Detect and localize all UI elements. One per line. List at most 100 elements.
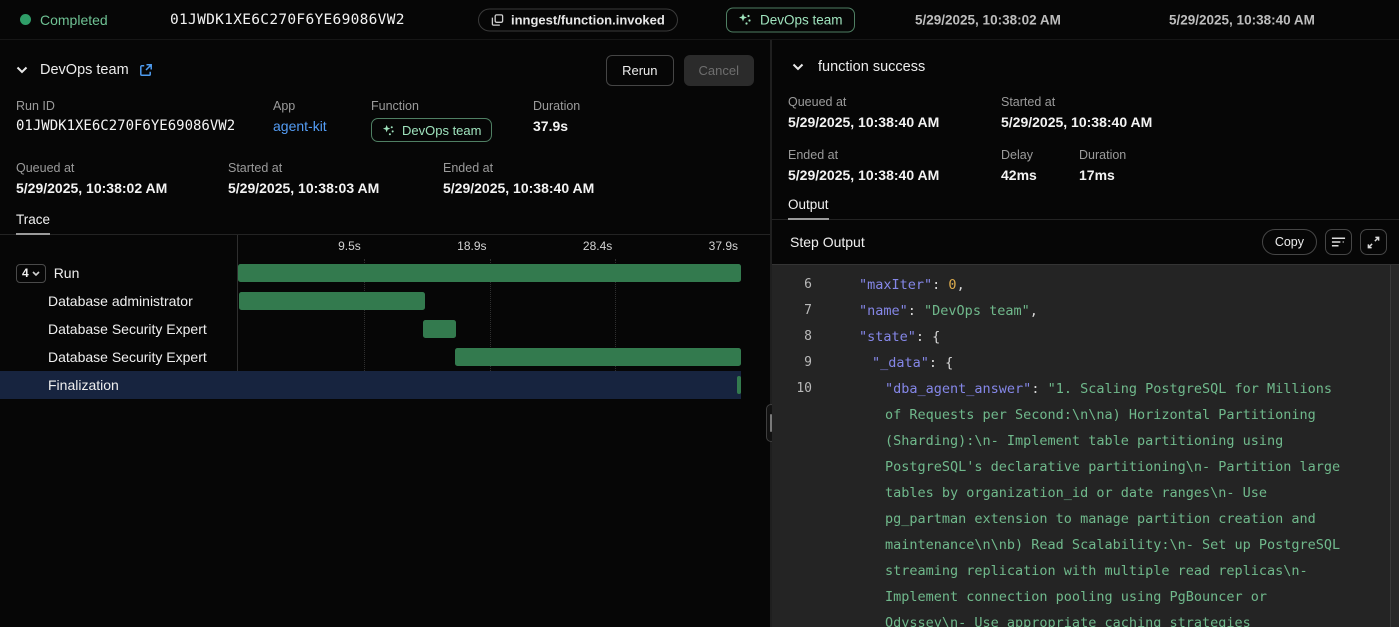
line-number: 8 <box>772 324 812 350</box>
status-label: Completed <box>40 12 108 28</box>
code-token: "_data" <box>872 355 929 371</box>
sparkle-icon <box>382 124 395 137</box>
sparkle-icon <box>738 13 752 27</box>
app-link[interactable]: agent-kit <box>273 118 327 134</box>
run-id-value: 01JWDK1XE6C270F6YE69086VW2 <box>16 118 273 134</box>
started-at-value: 5/29/2025, 10:38:03 AM <box>228 180 443 196</box>
code-token: "1. Scaling PostgreSQL for Millions of R… <box>885 381 1348 627</box>
code-token: : <box>1031 381 1047 397</box>
line-number: 7 <box>772 298 812 324</box>
axis-tick: 18.9s <box>457 239 489 253</box>
code-text: "maxIter": 0, <box>846 272 1013 298</box>
trace-row-chart <box>237 371 741 399</box>
code-line: 10"dba_agent_answer": "1. Scaling Postgr… <box>772 376 1399 627</box>
trace-bar[interactable] <box>455 348 741 366</box>
trace-time-axis: 9.5s18.9s28.4s37.9s <box>0 235 741 259</box>
trace-row[interactable]: Database Security Expert <box>0 343 741 371</box>
step-delay-label: Delay <box>1001 148 1079 162</box>
rerun-button[interactable]: Rerun <box>606 55 673 86</box>
trace-row-chart <box>237 287 741 315</box>
code-scrollbar[interactable] <box>1390 265 1399 627</box>
axis-tick: 28.4s <box>583 239 615 253</box>
code-token: "state" <box>859 329 916 345</box>
step-delay-field: Delay 42ms <box>1001 148 1079 183</box>
function-badge[interactable]: DevOps team <box>726 7 855 32</box>
trace-row[interactable]: Database Security Expert <box>0 315 741 343</box>
expand-button[interactable] <box>1360 229 1387 255</box>
run-id-field: Run ID 01JWDK1XE6C270F6YE69086VW2 <box>16 99 273 142</box>
step-output-header: Step Output Copy <box>772 220 1399 264</box>
code-token: 0 <box>948 277 956 293</box>
duration-label: Duration <box>533 99 580 113</box>
trace-row-name: Database administrator <box>48 293 193 309</box>
external-link-icon[interactable] <box>139 63 153 77</box>
step-queued-value: 5/29/2025, 10:38:40 AM <box>788 114 1001 130</box>
code-text: "dba_agent_answer": "1. Scaling PostgreS… <box>846 376 1399 627</box>
step-queued-field: Queued at 5/29/2025, 10:38:40 AM <box>788 95 1001 130</box>
step-started-field: Started at 5/29/2025, 10:38:40 AM <box>1001 95 1152 130</box>
right-panel-tabs: Output <box>772 196 1399 220</box>
left-panel-tabs: Trace <box>0 211 770 235</box>
trace-row[interactable]: Finalization <box>0 371 741 399</box>
trace-bar[interactable] <box>239 292 425 310</box>
child-count-toggle[interactable]: 4 <box>16 264 46 283</box>
cancel-button[interactable]: Cancel <box>684 55 754 86</box>
step-output-title: Step Output <box>790 234 865 250</box>
run-detail-panel: DevOps team Rerun Cancel Run ID 01JWDK1X… <box>0 40 770 627</box>
step-output-code[interactable]: 6 "maxIter": 0, 7 "name": "DevOps team", 8 "s… <box>772 264 1399 627</box>
chevron-down-icon <box>32 271 40 276</box>
app-field: App agent-kit <box>273 99 371 142</box>
line-number: 6 <box>772 272 812 298</box>
trace-bar[interactable] <box>423 320 456 338</box>
trace-row[interactable]: Database administrator <box>0 287 741 315</box>
code-token: , <box>1030 303 1038 319</box>
code-line: 6 "maxIter": 0, <box>772 272 1399 298</box>
expand-icon <box>1367 236 1380 249</box>
run-title: DevOps team <box>40 62 129 78</box>
function-field: Function DevOps team <box>371 99 533 142</box>
step-duration-field: Duration 17ms <box>1079 148 1126 183</box>
code-token: "maxIter" <box>859 277 932 293</box>
copy-button[interactable]: Copy <box>1262 229 1317 255</box>
trace-bar[interactable] <box>737 376 741 394</box>
trace-row-name: Finalization <box>48 377 119 393</box>
trace-row-label: 4Run <box>0 264 237 283</box>
line-number: 9 <box>772 350 812 376</box>
queued-at-field: Queued at 5/29/2025, 10:38:02 AM <box>16 161 228 196</box>
ended-at-value: 5/29/2025, 10:38:40 AM <box>443 180 594 196</box>
step-duration-label: Duration <box>1079 148 1126 162</box>
queued-at-value: 5/29/2025, 10:38:02 AM <box>16 180 228 196</box>
trace-row[interactable]: 4Run <box>0 259 741 287</box>
tab-output[interactable]: Output <box>788 197 829 220</box>
trace-row-label: Finalization <box>0 377 237 393</box>
word-wrap-button[interactable] <box>1325 229 1352 255</box>
collapse-chevron-icon[interactable] <box>16 66 28 74</box>
run-status: Completed <box>20 12 108 28</box>
step-ended-value: 5/29/2025, 10:38:40 AM <box>788 167 1001 183</box>
topbar-run-id: 01JWDK1XE6C270F6YE69086VW2 <box>170 12 405 28</box>
child-count: 4 <box>22 266 29 280</box>
function-field-badge[interactable]: DevOps team <box>371 118 492 142</box>
tab-trace[interactable]: Trace <box>16 212 50 235</box>
started-at-label: Started at <box>228 161 443 175</box>
trace-row-label: Database Security Expert <box>0 349 237 365</box>
event-badge[interactable]: inngest/function.invoked <box>478 8 678 31</box>
step-detail-panel: function success Queued at 5/29/2025, 10… <box>772 40 1399 627</box>
ended-at-field: Ended at 5/29/2025, 10:38:40 AM <box>443 161 594 196</box>
topbar-end-time: 5/29/2025, 10:38:40 AM <box>1169 12 1315 27</box>
code-token: "dba_agent_answer" <box>885 381 1031 397</box>
collapse-chevron-icon[interactable] <box>792 63 804 71</box>
step-started-value: 5/29/2025, 10:38:40 AM <box>1001 114 1152 130</box>
code-token: : { <box>916 329 940 345</box>
code-text: "state": { <box>846 324 988 350</box>
run-id-label: Run ID <box>16 99 273 113</box>
step-ended-label: Ended at <box>788 148 1001 162</box>
trace-bar[interactable] <box>238 264 741 282</box>
step-queued-label: Queued at <box>788 95 1001 109</box>
code-text: "name": "DevOps team", <box>846 298 1086 324</box>
code-line: 7 "name": "DevOps team", <box>772 298 1399 324</box>
run-status-bar: Completed 01JWDK1XE6C270F6YE69086VW2 inn… <box>0 0 1399 40</box>
copy-icon <box>491 13 504 26</box>
function-field-badge-label: DevOps team <box>402 123 481 138</box>
step-duration-value: 17ms <box>1079 167 1126 183</box>
